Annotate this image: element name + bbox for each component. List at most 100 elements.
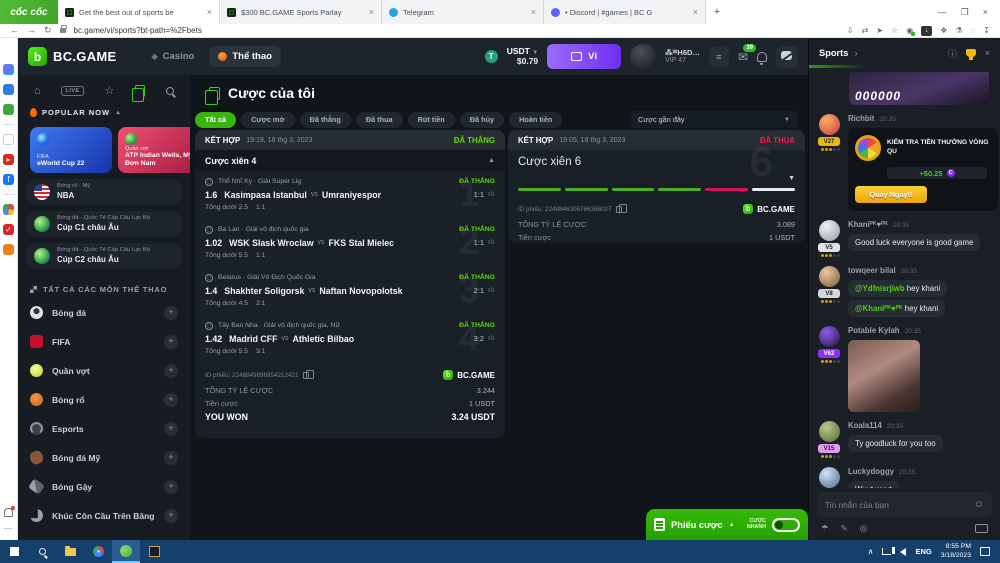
emoji-icon[interactable]: ☺ xyxy=(974,499,984,510)
bcgame-logo-text[interactable]: BC.GAME xyxy=(53,49,117,64)
expand-plus-icon[interactable]: + xyxy=(164,509,178,523)
league-item-cup-c1[interactable]: Bóng đá · Quốc Tế Cấp Câu Lạc Bộ Cúp C1 … xyxy=(26,211,182,237)
colorful-app-icon[interactable] xyxy=(3,204,14,215)
add-shortcut-icon[interactable]: + xyxy=(3,134,14,145)
search-icon[interactable] xyxy=(166,87,174,95)
close-chat-icon[interactable]: × xyxy=(985,48,990,58)
back-icon[interactable]: ← xyxy=(10,26,19,35)
league-item-nba[interactable]: Bóng rổ · Mỹ NBA xyxy=(26,179,182,205)
user-info[interactable]: ⁂ᵂH6D… VIP 47 xyxy=(665,48,700,65)
url-text[interactable]: bc.game/vi/sports?bt-path=%2Fbets xyxy=(74,26,202,35)
share-icon[interactable]: ➤ xyxy=(876,26,883,35)
sidebar-item-ice-hockey[interactable]: Khúc Côn Cầu Trên Băng + xyxy=(18,501,190,530)
bet-name-row[interactable]: Cược xiên 6 6 ▼ xyxy=(508,150,805,184)
nav-casino[interactable]: ◆ Casino xyxy=(143,46,204,67)
sidebar-item-soccer[interactable]: Bóng đá + xyxy=(18,298,190,327)
league-of-legends-app[interactable] xyxy=(140,540,168,563)
coccoc-app-active[interactable] xyxy=(112,540,140,563)
mention[interactable]: @Ydfnisrjiwb xyxy=(855,284,905,293)
taskbar-search[interactable] xyxy=(28,540,56,563)
chat-toggle-icon[interactable] xyxy=(776,46,798,68)
action-center-icon[interactable] xyxy=(980,547,990,556)
expand-plus-icon[interactable]: + xyxy=(164,422,178,436)
coccoc-menu-button[interactable]: cốc cốc xyxy=(0,0,58,24)
notifications-icon[interactable] xyxy=(757,52,767,62)
avatar[interactable] xyxy=(630,44,656,70)
chat-info-icon[interactable]: ⓘ xyxy=(948,47,957,60)
extension-1-icon[interactable]: ❖ xyxy=(940,26,947,35)
stats-icon[interactable]: ılı xyxy=(488,191,495,198)
avatar[interactable] xyxy=(819,266,840,287)
translate-icon[interactable]: ⇄ xyxy=(862,26,869,35)
browser-tab-3[interactable]: Telegram × xyxy=(382,0,544,24)
sidebar-item-basketball[interactable]: Bóng rổ + xyxy=(18,385,190,414)
tray-expand-icon[interactable]: ∧ xyxy=(868,547,874,556)
notifications-bell-icon[interactable] xyxy=(4,508,13,517)
chrome-app[interactable] xyxy=(84,540,112,563)
clock[interactable]: 8:55 PM 3/18/2023 xyxy=(941,543,971,560)
sidebar-item-esports[interactable]: Esports + xyxy=(18,414,190,443)
language-indicator[interactable]: ENG xyxy=(915,547,931,556)
minimize-button[interactable]: — xyxy=(938,7,947,17)
filter-lost[interactable]: Đã thua xyxy=(356,112,403,128)
sidebar-item-fifa[interactable]: FIFA + xyxy=(18,327,190,356)
mention[interactable]: @Khaniᴾᴷ♥ᴾᴷ xyxy=(855,304,903,313)
stats-icon[interactable]: ılı xyxy=(488,239,495,246)
quick-menu-icon[interactable]: ≡ xyxy=(709,47,729,67)
spin-now-button[interactable]: Quay Ngay!! xyxy=(855,186,927,203)
chat-tab-sports[interactable]: Sports xyxy=(819,48,848,58)
live-icon[interactable]: LIVE xyxy=(61,86,83,96)
league-item-cup-c2[interactable]: Bóng đá · Quốc Tế Cấp Câu Lạc Bộ Cúp C2 … xyxy=(26,243,182,269)
stats-icon[interactable]: ılı xyxy=(488,287,495,294)
avatar[interactable] xyxy=(819,326,840,347)
file-explorer[interactable] xyxy=(56,540,84,563)
avatar[interactable] xyxy=(819,114,840,135)
expand-plus-icon[interactable]: + xyxy=(164,335,178,349)
browser-tab-4[interactable]: • Discord | #games | BC G × xyxy=(544,0,706,24)
download-manager-icon[interactable]: ↓ xyxy=(921,26,932,36)
filter-open[interactable]: Cược mở xyxy=(241,112,295,128)
wallet-button[interactable]: Ví xyxy=(547,44,621,69)
start-button[interactable] xyxy=(0,540,28,563)
extension-2-icon[interactable]: ⚗ xyxy=(955,26,962,35)
youtube-icon[interactable]: ▸ xyxy=(3,154,14,165)
more-options-icon[interactable]: ⋯ xyxy=(4,523,14,534)
games-icon[interactable] xyxy=(3,104,14,115)
avatar[interactable] xyxy=(819,421,840,442)
chat-messages[interactable]: 000000 V27 Richbit 20:35 KI xyxy=(809,68,1000,488)
close-tab-icon[interactable]: × xyxy=(693,7,698,17)
sidebar-item-tennis[interactable]: Quần vợt + xyxy=(18,356,190,385)
avatar[interactable] xyxy=(819,220,840,241)
chat-image-attachment[interactable] xyxy=(848,340,920,412)
facebook-icon[interactable]: f xyxy=(3,174,14,185)
bet-leg-4[interactable]: Tây Ban Nha · Giải vô địch quốc gia, Nữ … xyxy=(195,315,505,361)
filter-refund[interactable]: Hoàn tiền xyxy=(509,112,562,128)
copy-icon[interactable] xyxy=(616,206,622,213)
browser-tab-2[interactable]: $300 BC.GAME Sports Parlay × xyxy=(220,0,382,24)
expand-caret-icon[interactable]: ▼ xyxy=(788,175,795,182)
copy-icon[interactable] xyxy=(303,372,309,379)
stats-icon[interactable]: ılı xyxy=(488,335,495,342)
chevron-right-icon[interactable]: › xyxy=(854,48,857,58)
chat-image-attachment[interactable]: 000000 xyxy=(849,72,989,105)
downloads-tray-icon[interactable]: ↧ xyxy=(983,26,990,35)
filter-won[interactable]: Đã thắng xyxy=(300,112,351,128)
bet-leg-3[interactable]: Belarus · Giải Vô Địch Quốc Gia ĐÃ THẮNG… xyxy=(195,267,505,313)
close-window-button[interactable]: × xyxy=(983,7,988,17)
favorites-star-icon[interactable]: ☆ xyxy=(104,84,114,97)
network-icon[interactable] xyxy=(882,548,891,555)
browser-tab-1[interactable]: Get the best out of sports be × xyxy=(58,0,220,24)
filter-cashout[interactable]: Rút tiền xyxy=(408,112,455,128)
collapse-caret-icon[interactable]: ▲ xyxy=(488,157,495,164)
history-icon[interactable]: ↻ xyxy=(3,44,14,55)
bcgame-logo-icon[interactable]: b xyxy=(28,47,47,66)
maximize-button[interactable]: ❐ xyxy=(961,7,969,18)
bet-leg-2[interactable]: Ba Lan · Giải vô địch quốc gia ĐÃ THẮNG … xyxy=(195,219,505,265)
close-tab-icon[interactable]: × xyxy=(531,7,536,17)
checker-app-icon[interactable]: ✓ xyxy=(3,224,14,235)
bookmark-star-icon[interactable]: ☆ xyxy=(891,26,898,35)
betslip-button[interactable]: Phiếu cược ▲ CƯỢC NHANH xyxy=(646,509,808,540)
close-tab-icon[interactable]: × xyxy=(207,7,212,17)
expand-plus-icon[interactable]: + xyxy=(164,364,178,378)
avatar[interactable] xyxy=(819,467,840,488)
